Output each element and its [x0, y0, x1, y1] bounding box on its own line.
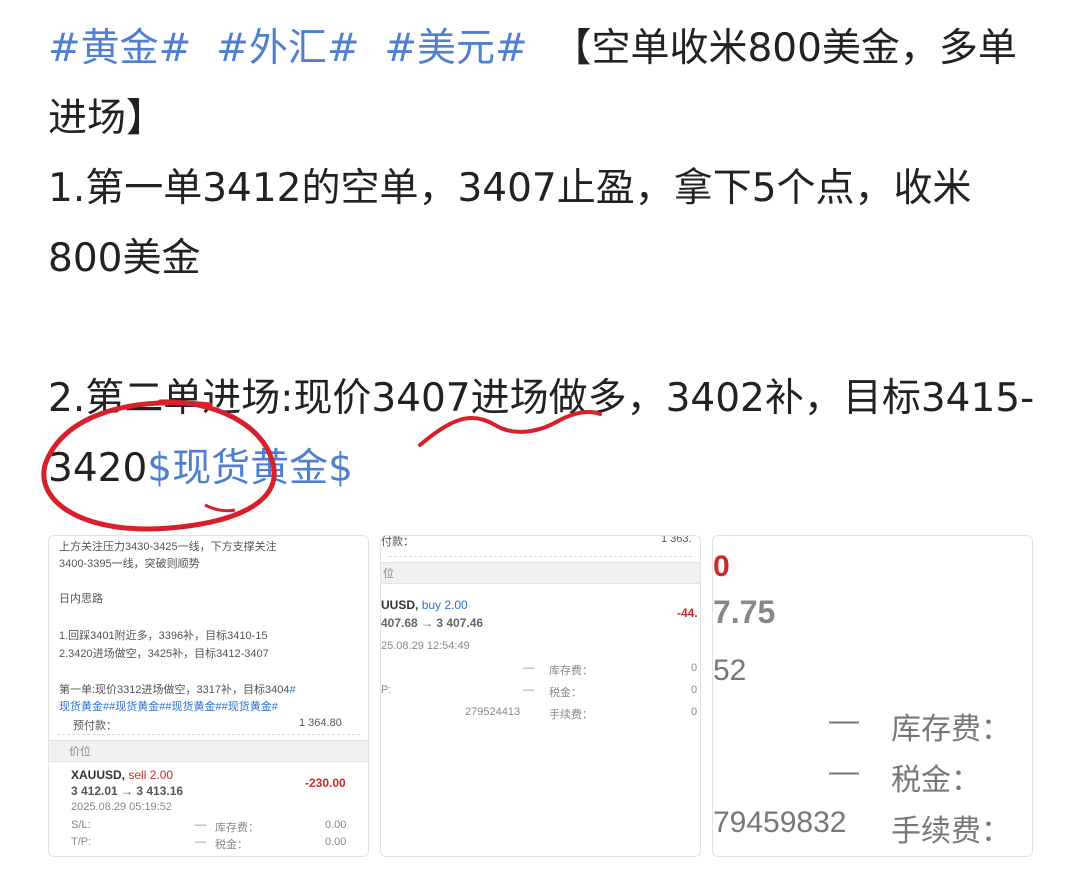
thumb1-prepaid-label: 预付款： [73, 720, 117, 732]
post-body: #黄金# #外汇# #美元# 【空单收米800美金，多单进场】 1.第一单341… [48, 14, 1038, 504]
post-line-1: 1.第一单3412的空单，3407止盈，拿下5个点，收米800美金 [48, 166, 972, 281]
thumb2-section-title: 位 [383, 568, 394, 580]
thumb3-value: 7.75 [713, 594, 776, 630]
thumb1-sl-label: S/L: [71, 819, 91, 831]
thumb2-top-value: 1 363. [661, 535, 692, 545]
hashtag-forex[interactable]: #外汇# [216, 26, 359, 71]
thumb1-time: 2025.08.29 05:19:52 [71, 801, 172, 813]
thumb1-tax-value: 0.00 [325, 836, 347, 848]
thumb2-r1-label: 库存费： [549, 665, 593, 677]
thumb1-swap-value: 0.00 [325, 819, 347, 831]
screenshot-thumbnail-3[interactable]: 0 7.75 52 — 库存费： — 税金： 79459832 手续费： [712, 535, 1033, 857]
thumb1-symbol: XAUUSD, [71, 768, 126, 782]
thumb3-r3-label: 手续费： [891, 815, 1011, 848]
thumb2-prices: 407.68 → 3 407.46 [381, 616, 484, 630]
thumb2-symbol: UUSD, [381, 598, 419, 612]
thumb1-line3: 日内思路 [59, 593, 103, 605]
thumb3-sub: 52 [713, 654, 747, 687]
thumb2-r3-id: 279524413 [465, 706, 521, 718]
thumb2-r1-value: 0 [691, 662, 698, 674]
thumb1-swap-label: 库存费： [215, 822, 259, 834]
hashtag-gold[interactable]: #黄金# [48, 26, 191, 71]
screenshot-thumbnail-1[interactable]: 上方关注压力3430-3425一线，下方支撑关注 3400-3395一线，突破则… [48, 535, 369, 857]
thumb1-prices: 3 412.01 → 3 413.16 [71, 784, 184, 798]
thumb1-line6-tag: # [289, 684, 296, 696]
post-line-tags: #黄金# #外汇# #美元# 【空单收米800美金，多单进场】 [48, 14, 1038, 154]
thumb2-r3-value: 0 [691, 706, 698, 718]
thumb2-r2-label: P: [381, 684, 392, 696]
thumb1-tp-dash: — [195, 836, 206, 848]
thumb1-tp-label: T/P: [71, 836, 92, 848]
thumb2-r2-value: 0 [691, 684, 698, 696]
stock-tag-spot-gold[interactable]: $现货黄金$ [147, 446, 353, 491]
post-headline: 【空单收米800美金，多单进场】 [48, 26, 1017, 141]
thumb1-line7: 现货黄金##现货黄金##现货黄金##现货黄金# [59, 701, 278, 713]
thumb3-top: 0 [713, 550, 730, 583]
thumb2-r1-dash: — [523, 662, 534, 674]
thumb1-line2: 3400-3395一线，突破则顺势 [59, 558, 200, 570]
post-line-2: 2.第二单进场:现价3407进场做多，3402补，目标3415-3420$现货黄… [48, 364, 1038, 504]
thumb2-r2-dash: — [523, 684, 534, 696]
thumb3-r1-dash: — [829, 704, 859, 737]
thumb3-r3-id: 79459832 [713, 806, 847, 839]
screenshot-thumbnail-2[interactable]: 付款： 1 363. 位 UUSD, buy 2.00 -44. 407.68 … [380, 535, 701, 857]
thumb1-pnl: -230.00 [305, 776, 346, 790]
thumb1-section-title: 价位 [69, 746, 91, 758]
thumb1-line4: 1.回踩3401附近多，3396补，目标3410-15 [59, 630, 268, 642]
thumb1-sl-dash: — [195, 819, 206, 831]
thumb3-r2-label: 税金： [891, 764, 981, 797]
thumb3-r1-label: 库存费： [891, 713, 1011, 746]
thumb2-r3-label: 手续费： [549, 709, 593, 721]
thumb1-line5: 2.3420进场做空，3425补，目标3412-3407 [59, 648, 269, 660]
thumb1-line6: 第一单:现价3312进场做空，3317补，目标3404 [59, 684, 290, 696]
thumb1-prepaid-value: 1 364.80 [299, 717, 342, 729]
thumb2-side: buy 2.00 [421, 598, 468, 612]
hashtag-usd[interactable]: #美元# [384, 26, 527, 71]
thumb2-top-label: 付款： [381, 536, 414, 548]
thumb3-r2-dash: — [829, 755, 859, 788]
thumb1-line1: 上方关注压力3430-3425一线，下方支撑关注 [59, 541, 277, 553]
thumb1-side: sell 2.00 [128, 768, 174, 782]
thumb2-pnl: -44. [677, 606, 698, 620]
thumb2-time: 25.08.29 12:54:49 [381, 640, 470, 652]
thumb1-tax-label: 税金： [215, 839, 248, 851]
thumb2-r2-key: 税金： [549, 687, 582, 699]
